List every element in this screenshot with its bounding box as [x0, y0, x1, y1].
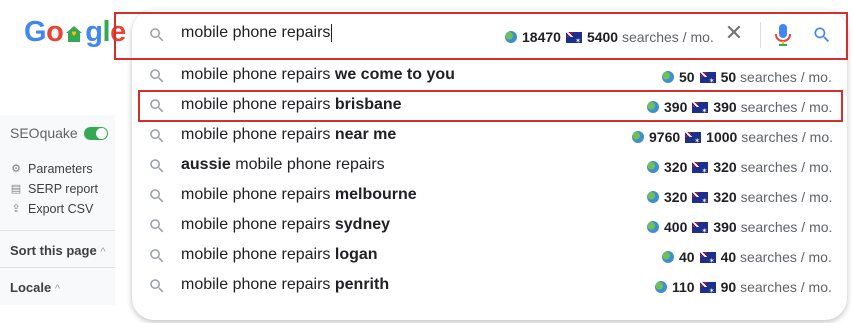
suggestion-text: mobile phone repairs sydney — [181, 216, 391, 233]
globe-icon — [662, 251, 674, 263]
globe-icon — [662, 71, 674, 83]
suggestion-text: mobile phone repairs melbourne — [181, 186, 417, 203]
globe-icon — [655, 281, 667, 293]
suggestion-row[interactable]: mobile phone repairs melbourne 320320 se… — [132, 181, 847, 211]
suggestion-text: mobile phone repairs penrith — [181, 276, 390, 293]
suggestion-text: mobile phone repairs we come to you — [181, 66, 455, 83]
suggestion-volume: 320320 searches / mo. — [647, 189, 832, 205]
logo-letter: g — [85, 16, 103, 48]
seoquake-links: ⚙ Parameters ▤ SERP report ⇪ Export CSV — [10, 159, 98, 219]
gear-icon: ⚙ — [11, 163, 21, 175]
logo-letter: G — [24, 16, 47, 48]
divider — [0, 267, 115, 268]
globe-icon — [647, 191, 659, 203]
suggestion-text: mobile phone repairs near me — [181, 126, 397, 143]
search-icon — [150, 219, 164, 233]
report-icon: ▤ — [10, 183, 22, 195]
export-csv-link[interactable]: ⇪ Export CSV — [10, 199, 98, 219]
suggestion-volume: 5050 searches / mo. — [662, 69, 832, 85]
suggestion-row[interactable]: mobile phone repairs logan 4040 searches… — [132, 241, 847, 271]
search-icon — [150, 249, 164, 263]
serp-report-link[interactable]: ▤ SERP report — [10, 179, 98, 199]
divider — [0, 230, 115, 231]
sort-this-page[interactable]: Sort this page ^ — [10, 243, 105, 258]
suggestion-text: mobile phone repairs logan — [181, 246, 378, 263]
search-icon — [150, 159, 164, 173]
logo-letter: o — [46, 16, 64, 48]
australia-flag-icon — [699, 71, 716, 85]
australia-flag-icon — [692, 221, 709, 235]
globe-icon — [647, 161, 659, 173]
search-icon — [150, 129, 164, 143]
seoquake-toggle-row[interactable]: SEOquake — [10, 125, 108, 141]
search-icon — [150, 189, 164, 203]
house-logo-icon — [64, 19, 84, 42]
suggestion-volume: 320320 searches / mo. — [647, 159, 832, 175]
suggestion-volume: 4040 searches / mo. — [662, 249, 832, 265]
logo-letter: l — [102, 16, 111, 48]
search-icon — [150, 279, 164, 293]
search-icon — [150, 69, 164, 83]
australia-flag-icon — [685, 131, 702, 145]
suggestion-volume: 11090 searches / mo. — [655, 279, 832, 295]
suggestion-row[interactable]: aussie mobile phone repairs 320320 searc… — [132, 151, 847, 181]
parameters-link[interactable]: ⚙ Parameters — [10, 159, 98, 179]
export-icon: ⇪ — [11, 203, 21, 215]
australia-flag-icon — [699, 281, 716, 295]
chevron-up-icon: ^ — [100, 246, 106, 258]
suggestion-volume: 400390 searches / mo. — [647, 219, 832, 235]
australia-flag-icon — [692, 191, 709, 205]
suggestion-row[interactable]: mobile phone repairs near me 97601000 se… — [132, 121, 847, 151]
highlight-box — [138, 90, 843, 122]
seoquake-toggle[interactable] — [83, 126, 108, 140]
seoquake-label: SEOquake — [10, 125, 78, 141]
highlight-box — [114, 12, 848, 60]
suggestion-row[interactable]: mobile phone repairs sydney 400390 searc… — [132, 211, 847, 241]
locale-toggle[interactable]: Locale ^ — [10, 280, 60, 295]
seoquake-sidebar: SEOquake ⚙ Parameters ▤ SERP report ⇪ Expor… — [0, 115, 115, 305]
australia-flag-icon — [699, 251, 716, 265]
globe-icon — [632, 131, 644, 143]
suggestion-text: aussie mobile phone repairs — [181, 156, 385, 173]
suggestion-row[interactable]: mobile phone repairs we come to you 5050… — [132, 61, 847, 91]
google-logo[interactable]: Go gle — [24, 16, 126, 49]
chevron-up-icon: ^ — [54, 283, 60, 295]
australia-flag-icon — [692, 161, 709, 175]
suggestion-volume: 97601000 searches / mo. — [632, 129, 833, 145]
suggestion-row[interactable]: mobile phone repairs penrith 11090 searc… — [132, 271, 847, 301]
globe-icon — [647, 221, 659, 233]
